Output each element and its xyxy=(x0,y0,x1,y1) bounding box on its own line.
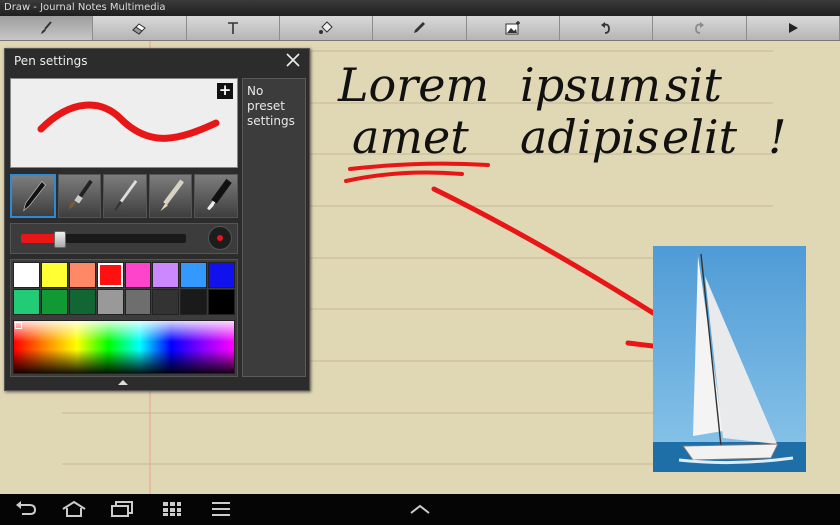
apps-grid-button[interactable] xyxy=(158,499,186,519)
color-swatch[interactable] xyxy=(40,262,68,288)
fine-brush-icon xyxy=(114,180,138,211)
fill-tool[interactable] xyxy=(280,16,374,40)
color-swatch[interactable] xyxy=(152,289,180,315)
add-preset-button[interactable]: + xyxy=(217,83,233,99)
paint-brush[interactable] xyxy=(57,174,102,218)
recent-apps-button[interactable] xyxy=(108,499,136,519)
color-swatch[interactable] xyxy=(124,289,152,315)
fountain-pen-icon xyxy=(23,180,47,212)
close-icon[interactable] xyxy=(285,52,301,68)
color-picker xyxy=(10,259,238,377)
size-slider-row xyxy=(10,223,238,254)
underline-stroke xyxy=(344,170,464,183)
eyedropper-icon xyxy=(414,22,426,33)
color-swatch[interactable] xyxy=(13,289,40,315)
add-image-icon xyxy=(505,21,520,35)
eraser-tool[interactable] xyxy=(93,16,187,40)
stroke-preview: + xyxy=(10,78,238,168)
back-button[interactable] xyxy=(12,499,40,519)
color-swatch[interactable] xyxy=(152,262,180,288)
color-swatch-grid xyxy=(13,262,235,315)
stroke-preview-curve xyxy=(37,101,220,142)
brush-selector xyxy=(10,174,238,218)
handwritten-word: ! xyxy=(768,110,787,164)
text-icon xyxy=(227,22,238,34)
color-swatch[interactable] xyxy=(96,262,124,288)
home-icon xyxy=(62,501,86,517)
eraser-icon xyxy=(132,23,147,35)
handwritten-word: ipsum xyxy=(520,58,661,112)
handwritten-word: amet xyxy=(352,110,469,164)
menu-icon xyxy=(212,502,230,516)
color-swatch[interactable] xyxy=(180,262,208,288)
marker-brush[interactable] xyxy=(194,174,238,218)
underline-stroke xyxy=(348,161,490,171)
fountain-pen-brush[interactable] xyxy=(10,174,56,218)
play-tool[interactable] xyxy=(747,16,840,40)
undo-tool[interactable] xyxy=(560,16,654,40)
text-tool[interactable] xyxy=(187,16,280,40)
chevron-up-icon xyxy=(410,504,430,514)
system-bar-expand-button[interactable] xyxy=(406,499,434,519)
color-swatch[interactable] xyxy=(208,289,235,315)
handwritten-word: adipis xyxy=(520,110,659,164)
redo-icon xyxy=(695,22,705,34)
paint-brush-icon xyxy=(68,179,93,210)
color-swatch[interactable] xyxy=(13,262,40,288)
color-swatch[interactable] xyxy=(68,289,96,315)
color-spectrum[interactable] xyxy=(13,320,235,374)
redo-tool[interactable] xyxy=(653,16,747,40)
color-swatch[interactable] xyxy=(68,262,96,288)
toolbar xyxy=(0,16,840,41)
size-slider-thumb[interactable] xyxy=(54,231,66,248)
brush-icon xyxy=(41,21,52,34)
pen-settings-panel: Pen settings + No preset settings xyxy=(4,48,310,391)
insert-image-tool[interactable] xyxy=(467,16,560,40)
spectrum-marker xyxy=(15,322,22,329)
color-swatch[interactable] xyxy=(96,289,124,315)
preset-list: No preset settings xyxy=(242,78,306,377)
recent-apps-icon xyxy=(111,501,133,517)
collapse-panel-button[interactable] xyxy=(5,378,241,388)
marker-icon xyxy=(207,178,233,211)
pencil-brush[interactable] xyxy=(148,174,193,218)
handwritten-word: Lorem xyxy=(337,58,489,112)
eyedropper-tool[interactable] xyxy=(373,16,467,40)
handwritten-word: elit xyxy=(662,110,738,164)
size-slider[interactable] xyxy=(21,231,186,248)
color-swatch[interactable] xyxy=(124,262,152,288)
undo-icon xyxy=(601,22,611,34)
system-navbar xyxy=(0,494,840,525)
color-swatch[interactable] xyxy=(180,289,208,315)
play-icon xyxy=(788,23,798,33)
color-swatch[interactable] xyxy=(40,289,68,315)
back-icon xyxy=(16,501,37,515)
home-button[interactable] xyxy=(60,499,88,519)
size-indicator xyxy=(208,226,232,250)
paint-bucket-icon xyxy=(319,21,333,34)
grid-icon xyxy=(163,502,181,516)
brush-tool[interactable] xyxy=(0,16,94,40)
panel-title: Pen settings xyxy=(14,54,88,68)
fine-brush[interactable] xyxy=(103,174,147,218)
window-title: Draw - Journal Notes Multimedia xyxy=(0,0,840,16)
color-swatch[interactable] xyxy=(208,262,235,288)
handwritten-word: sit xyxy=(665,58,722,112)
sailboat-photo[interactable] xyxy=(653,246,806,472)
chevron-up-icon xyxy=(118,380,128,385)
pencil-icon xyxy=(160,179,184,212)
menu-button[interactable] xyxy=(207,499,235,519)
